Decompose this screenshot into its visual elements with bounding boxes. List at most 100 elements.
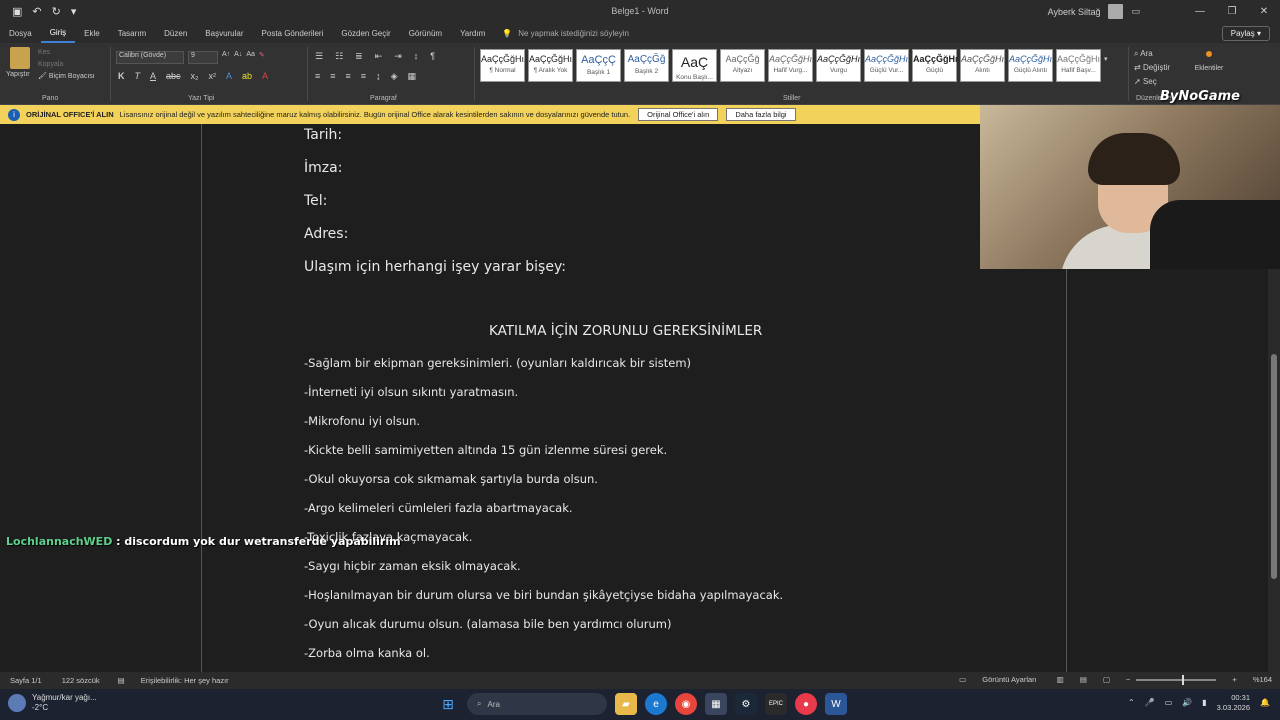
line-spacing-icon[interactable]: ↨ bbox=[376, 71, 381, 82]
style-normal[interactable]: AaÇçĞğHı ¶ Normal bbox=[480, 49, 525, 82]
tab-tasarim[interactable]: Tasarım bbox=[109, 23, 155, 43]
epic-games-icon[interactable]: EPIC bbox=[765, 693, 787, 715]
requirement-item[interactable]: -Zorba olma kanka ol. bbox=[304, 646, 430, 660]
tab-basvurular[interactable]: Başvurular bbox=[196, 23, 252, 43]
clock[interactable]: 00:31 3.03.2026 bbox=[1217, 693, 1250, 713]
style-emphasis[interactable]: AaÇçĞğHı Vurgu bbox=[816, 49, 861, 82]
style-strong[interactable]: AaÇçĞğHı Güçlü bbox=[912, 49, 958, 82]
requirement-item[interactable]: -Kickte belli samimiyetten altında 15 gü… bbox=[304, 443, 667, 457]
chrome-icon[interactable]: ◉ bbox=[675, 693, 697, 715]
proofing-icon[interactable]: ▤ bbox=[118, 676, 125, 685]
borders-icon[interactable]: ▦ bbox=[407, 71, 416, 82]
cut-button[interactable]: Kes bbox=[38, 47, 95, 59]
highlight-icon[interactable]: ab bbox=[242, 71, 252, 81]
zoom-in-icon[interactable]: + bbox=[1232, 675, 1236, 684]
user-account[interactable]: Ayberk Siltağ ▭ bbox=[1048, 4, 1140, 19]
undo-icon[interactable]: ↶ bbox=[32, 5, 41, 18]
shading-icon[interactable]: ◈ bbox=[391, 71, 398, 82]
restore-icon[interactable]: ❐ bbox=[1216, 0, 1248, 23]
network-icon[interactable]: ▭ bbox=[1165, 698, 1173, 707]
find-button[interactable]: ⌕ Ara bbox=[1134, 47, 1170, 61]
share-button[interactable]: Paylaş ▾ bbox=[1221, 26, 1270, 41]
style-subtitle[interactable]: AaÇçĞğ Altyazı bbox=[720, 49, 765, 82]
tab-ekle[interactable]: Ekle bbox=[75, 23, 109, 43]
select-button[interactable]: ➚ Seç bbox=[1134, 75, 1170, 89]
font-size-select[interactable]: 9 bbox=[188, 51, 218, 64]
print-layout-icon[interactable]: ▤ bbox=[1080, 675, 1087, 684]
display-settings-icon[interactable]: ▭ bbox=[959, 675, 966, 684]
taskbar-search[interactable]: ⌕ Ara bbox=[467, 693, 607, 715]
style-quote[interactable]: AaÇçĞğHı Alıntı bbox=[960, 49, 1005, 82]
addins-button[interactable]: Eklentiler bbox=[1192, 51, 1226, 72]
tab-gozden-gecir[interactable]: Gözden Geçir bbox=[332, 23, 399, 43]
redo-icon[interactable]: ↻ bbox=[52, 5, 61, 18]
style-heading1[interactable]: AaÇçÇ Başlık 1 bbox=[576, 49, 621, 82]
ribbon-display-icon[interactable]: ▭ bbox=[1131, 6, 1140, 17]
justify-icon[interactable]: ≡ bbox=[361, 71, 366, 82]
align-left-icon[interactable]: ≡ bbox=[315, 71, 320, 82]
focus-mode-icon[interactable]: ▥ bbox=[1057, 675, 1064, 684]
web-layout-icon[interactable]: ▢ bbox=[1103, 675, 1110, 684]
avatar[interactable] bbox=[1108, 4, 1124, 19]
multilevel-list-icon[interactable]: ≣ bbox=[355, 51, 363, 62]
grow-font-icon[interactable]: A↑ bbox=[222, 51, 230, 64]
store-icon[interactable]: ▦ bbox=[705, 693, 727, 715]
styles-more-icon[interactable]: ▾ bbox=[1104, 55, 1108, 63]
weather-widget[interactable]: Yağmur/kar yağı... -2°C bbox=[8, 693, 97, 712]
decrease-indent-icon[interactable]: ⇤ bbox=[375, 51, 383, 62]
strikethrough-icon[interactable]: abc bbox=[166, 71, 181, 81]
field-ulasim[interactable]: Ulaşım için herhangi işey yarar bişey: bbox=[304, 259, 566, 275]
style-subtle-reference[interactable]: AaÇçĞğHı Hafif Başv... bbox=[1056, 49, 1101, 82]
style-intense-quote[interactable]: AaÇçĞğHı Güçlü Alıntı bbox=[1008, 49, 1053, 82]
start-icon[interactable]: ⊞ bbox=[437, 693, 459, 715]
field-tel[interactable]: Tel: bbox=[304, 193, 327, 209]
tab-giris[interactable]: Giriş bbox=[40, 23, 76, 43]
zoom-out-icon[interactable]: − bbox=[1126, 675, 1130, 684]
text-effects-icon[interactable]: A bbox=[226, 71, 232, 81]
tab-gorunum[interactable]: Görünüm bbox=[400, 23, 451, 43]
field-adres[interactable]: Adres: bbox=[304, 226, 348, 242]
requirement-item[interactable]: -Argo kelimeleri cümleleri fazla abartma… bbox=[304, 501, 573, 515]
microphone-icon[interactable]: 🎤 bbox=[1145, 698, 1155, 707]
style-title[interactable]: AaÇ Konu Başlı... bbox=[672, 49, 717, 82]
zoom-slider[interactable] bbox=[1136, 674, 1217, 685]
word-count[interactable]: 122 sözcük bbox=[62, 676, 100, 685]
format-painter-button[interactable]: 🖌 Biçim Boyacısı bbox=[38, 71, 95, 83]
underline-icon[interactable]: A bbox=[150, 71, 156, 81]
paste-button[interactable]: Yapıştır bbox=[6, 47, 36, 78]
font-color-icon[interactable]: A bbox=[262, 71, 268, 81]
bullets-icon[interactable]: ☰ bbox=[315, 51, 323, 62]
align-center-icon[interactable]: ≡ bbox=[330, 71, 335, 82]
increase-indent-icon[interactable]: ⇥ bbox=[394, 51, 402, 62]
requirement-item[interactable]: -Sağlam bir ekipman gereksinimleri. (oyu… bbox=[304, 356, 691, 370]
close-icon[interactable]: ✕ bbox=[1248, 0, 1280, 23]
requirement-item[interactable]: -Mikrofonu iyi olsun. bbox=[304, 414, 420, 428]
replace-button[interactable]: ⇄ Değiştir bbox=[1134, 61, 1170, 75]
align-right-icon[interactable]: ≡ bbox=[346, 71, 351, 82]
pilcrow-icon[interactable]: ¶ bbox=[430, 51, 435, 62]
tray-overflow-icon[interactable]: ⌃ bbox=[1128, 698, 1135, 707]
italic-icon[interactable]: T bbox=[135, 71, 141, 81]
display-settings[interactable]: Görüntü Ayarları bbox=[982, 675, 1036, 684]
word-icon[interactable]: W bbox=[825, 693, 847, 715]
tell-me-search[interactable]: 💡 Ne yapmak istediğinizi söyleyin bbox=[502, 29, 629, 38]
accessibility-status[interactable]: Erişilebilirlik: Her şey hazır bbox=[141, 676, 229, 685]
zoom-slider-thumb[interactable] bbox=[1182, 674, 1185, 685]
battery-icon[interactable]: ▮ bbox=[1202, 698, 1206, 707]
style-subtle-emphasis[interactable]: AaÇçĞğHı Hafif Vurg... bbox=[768, 49, 813, 82]
file-explorer-icon[interactable]: ▰ bbox=[615, 693, 637, 715]
field-tarih[interactable]: Tarih: bbox=[304, 127, 342, 143]
clear-format-icon[interactable]: ✎ bbox=[259, 51, 265, 64]
style-no-spacing[interactable]: AaÇçĞğHı ¶ Aralık Yok bbox=[528, 49, 573, 82]
volume-icon[interactable]: 🔊 bbox=[1182, 698, 1192, 707]
edge-icon[interactable]: e bbox=[645, 693, 667, 715]
requirement-item[interactable]: -İnterneti iyi olsun sıkıntı yaratmasın. bbox=[304, 385, 518, 399]
bold-icon[interactable]: K bbox=[118, 71, 125, 81]
style-intense-emphasis[interactable]: AaÇçĞğHı Güçlü Vur... bbox=[864, 49, 909, 82]
subscript-icon[interactable]: x₂ bbox=[191, 71, 199, 81]
numbering-icon[interactable]: ☷ bbox=[335, 51, 343, 62]
customize-icon[interactable]: ▾ bbox=[71, 5, 77, 18]
requirements-heading[interactable]: KATILMA İÇİN ZORUNLU GEREKSİNİMLER bbox=[489, 323, 762, 339]
minimize-icon[interactable]: — bbox=[1184, 0, 1216, 23]
page-count[interactable]: Sayfa 1/1 bbox=[10, 676, 42, 685]
